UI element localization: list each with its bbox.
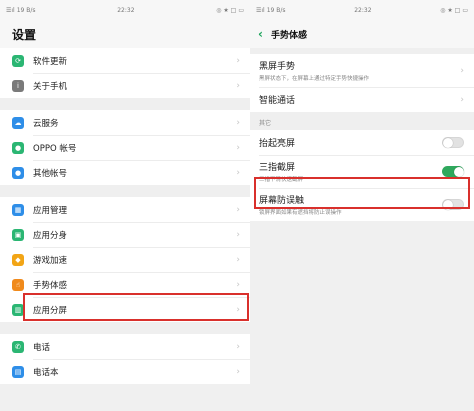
gamepad-icon: ◆ [12,253,24,266]
chevron-right-icon: › [236,55,240,66]
signal-icon: ☰ıl [256,6,265,14]
group-divider [0,98,250,110]
account-icon: ● [12,141,24,154]
settings-item[interactable]: ☁ 云服务 › [0,110,250,135]
chevron-right-icon: › [236,117,240,128]
highlight-gesture-item [23,293,249,321]
gesture-item-text: 抬起亮屏 [259,136,442,149]
toggle-switch[interactable] [442,137,464,148]
gesture-item[interactable]: 抬起亮屏 [250,130,474,155]
status-bar: ☰ıl 19 B/s 22:32 ◎ ★ □ ▭ [0,0,250,20]
settings-item-label: 电话本 [33,367,59,378]
status-icons: ◎ ★ □ [440,6,461,14]
update-icon: ⟳ [12,54,24,67]
settings-item[interactable]: ✆ 电话 › [0,334,250,359]
status-time: 22:32 [354,6,372,14]
settings-item-label: 应用管理 [33,205,68,216]
toggle-knob [443,138,453,148]
settings-item-label: 其他帐号 [33,168,68,179]
status-time: 22:32 [117,6,135,14]
chevron-right-icon: › [236,80,240,91]
user-icon: ● [12,166,24,179]
settings-item[interactable]: ⟳ 软件更新 › [0,48,250,73]
group-divider [0,322,250,334]
toggle-switch[interactable] [442,166,464,177]
cloud-icon: ☁ [12,116,24,129]
battery-icon: ▭ [238,6,244,14]
network-speed: 19 B/s [266,6,286,14]
page-title: 手势体感 [270,30,307,41]
chevron-right-icon: › [236,229,240,240]
settings-list: ⟳ 软件更新 › i 关于手机 › ☁ 云服务 › ● OPPO 帐号 › ● 其他帐号 › ▦ 应用管理 › ▣ 应… [0,48,250,384]
chevron-right-icon: › [236,167,240,178]
phone-icon: ✆ [12,340,24,353]
apps-grid-icon: ▦ [12,203,24,216]
chevron-right-icon: › [236,341,240,352]
gesture-header: ‹ 手势体感 [250,20,474,48]
gesture-item-title: 智能通话 [259,96,296,106]
page-title: 设置 [0,20,250,48]
chevron-right-icon: › [236,254,240,265]
status-icons: ◎ ★ □ [216,6,237,14]
settings-item[interactable]: ▦ 应用管理 › [0,197,250,222]
chevron-right-icon: › [460,94,464,105]
settings-item-label: 应用分身 [33,230,68,241]
settings-item-label: OPPO 帐号 [33,143,77,154]
settings-item[interactable]: ● 其他帐号 › [0,160,250,185]
signal-icon: ☰ıl [6,6,15,14]
gesture-item-title: 抬起亮屏 [259,139,296,149]
settings-item[interactable]: ● OPPO 帐号 › [0,135,250,160]
contacts-icon: ▤ [12,365,24,378]
gesture-item-title: 黑屏手势 [259,62,296,72]
gesture-item-text: 黑屏手势黑屏状态下，在屏幕上通过特定手势快捷操作 [259,59,460,82]
gesture-item-description: 黑屏状态下，在屏幕上通过特定手势快捷操作 [259,76,370,82]
network-speed: 19 B/s [16,6,36,14]
settings-item[interactable]: ▤ 电话本 › [0,359,250,384]
chevron-right-icon: › [236,142,240,153]
settings-item-label: 游戏加速 [33,255,68,266]
gesture-options-top: 黑屏手势 黑屏状态下，在屏幕上通过特定手势快捷操作 › 智能通话 › [250,54,474,112]
highlight-three-finger-item [254,177,470,209]
chevron-right-icon: › [460,65,464,76]
settings-item-label: 电话 [33,342,51,353]
chevron-right-icon: › [236,204,240,215]
toggle-knob [454,166,464,177]
section-label-other: 其它 [250,112,474,130]
settings-group: ☁ 云服务 › ● OPPO 帐号 › ● 其他帐号 › [0,110,250,185]
settings-item-label: 关于手机 [33,81,68,92]
gesture-item[interactable]: 智能通话 › [250,87,474,112]
chevron-right-icon: › [236,366,240,377]
settings-item[interactable]: ▣ 应用分身 › [0,222,250,247]
settings-item[interactable]: i 关于手机 › [0,73,250,98]
gesture-item-description: 锁屏界面如果有遮挡将防止误操作 [259,210,342,216]
settings-group: ⟳ 软件更新 › i 关于手机 › [0,48,250,98]
settings-item[interactable]: ◆ 游戏加速 › [0,247,250,272]
info-icon: i [12,79,24,92]
status-bar: ☰ıl 19 B/s 22:32 ◎ ★ □ ▭ [250,0,474,20]
gesture-screen: ☰ıl 19 B/s 22:32 ◎ ★ □ ▭ ‹ 手势体感 黑屏手势黑屏状态… [250,0,474,411]
settings-item-label: 手势体感 [33,280,68,291]
settings-item-label: 云服务 [33,118,59,129]
app-clone-icon: ▣ [12,228,24,241]
gesture-item-title: 三指截屏 [259,163,296,173]
settings-screen: ☰ıl 19 B/s 22:32 ◎ ★ □ ▭ 设置 ⟳ 软件更新 › i 关于手机 ›… [0,0,250,411]
gesture-hand-icon: ☝ [12,278,24,291]
battery-icon: ▭ [462,6,468,14]
gesture-item-text: 智能通话 [259,93,460,106]
group-divider [0,185,250,197]
back-arrow-icon[interactable]: ‹ [258,27,263,41]
settings-item-label: 软件更新 [33,56,68,67]
gesture-item[interactable]: 黑屏手势 黑屏状态下，在屏幕上通过特定手势快捷操作 › [250,54,474,87]
chevron-right-icon: › [236,279,240,290]
settings-group: ✆ 电话 › ▤ 电话本 › [0,334,250,384]
